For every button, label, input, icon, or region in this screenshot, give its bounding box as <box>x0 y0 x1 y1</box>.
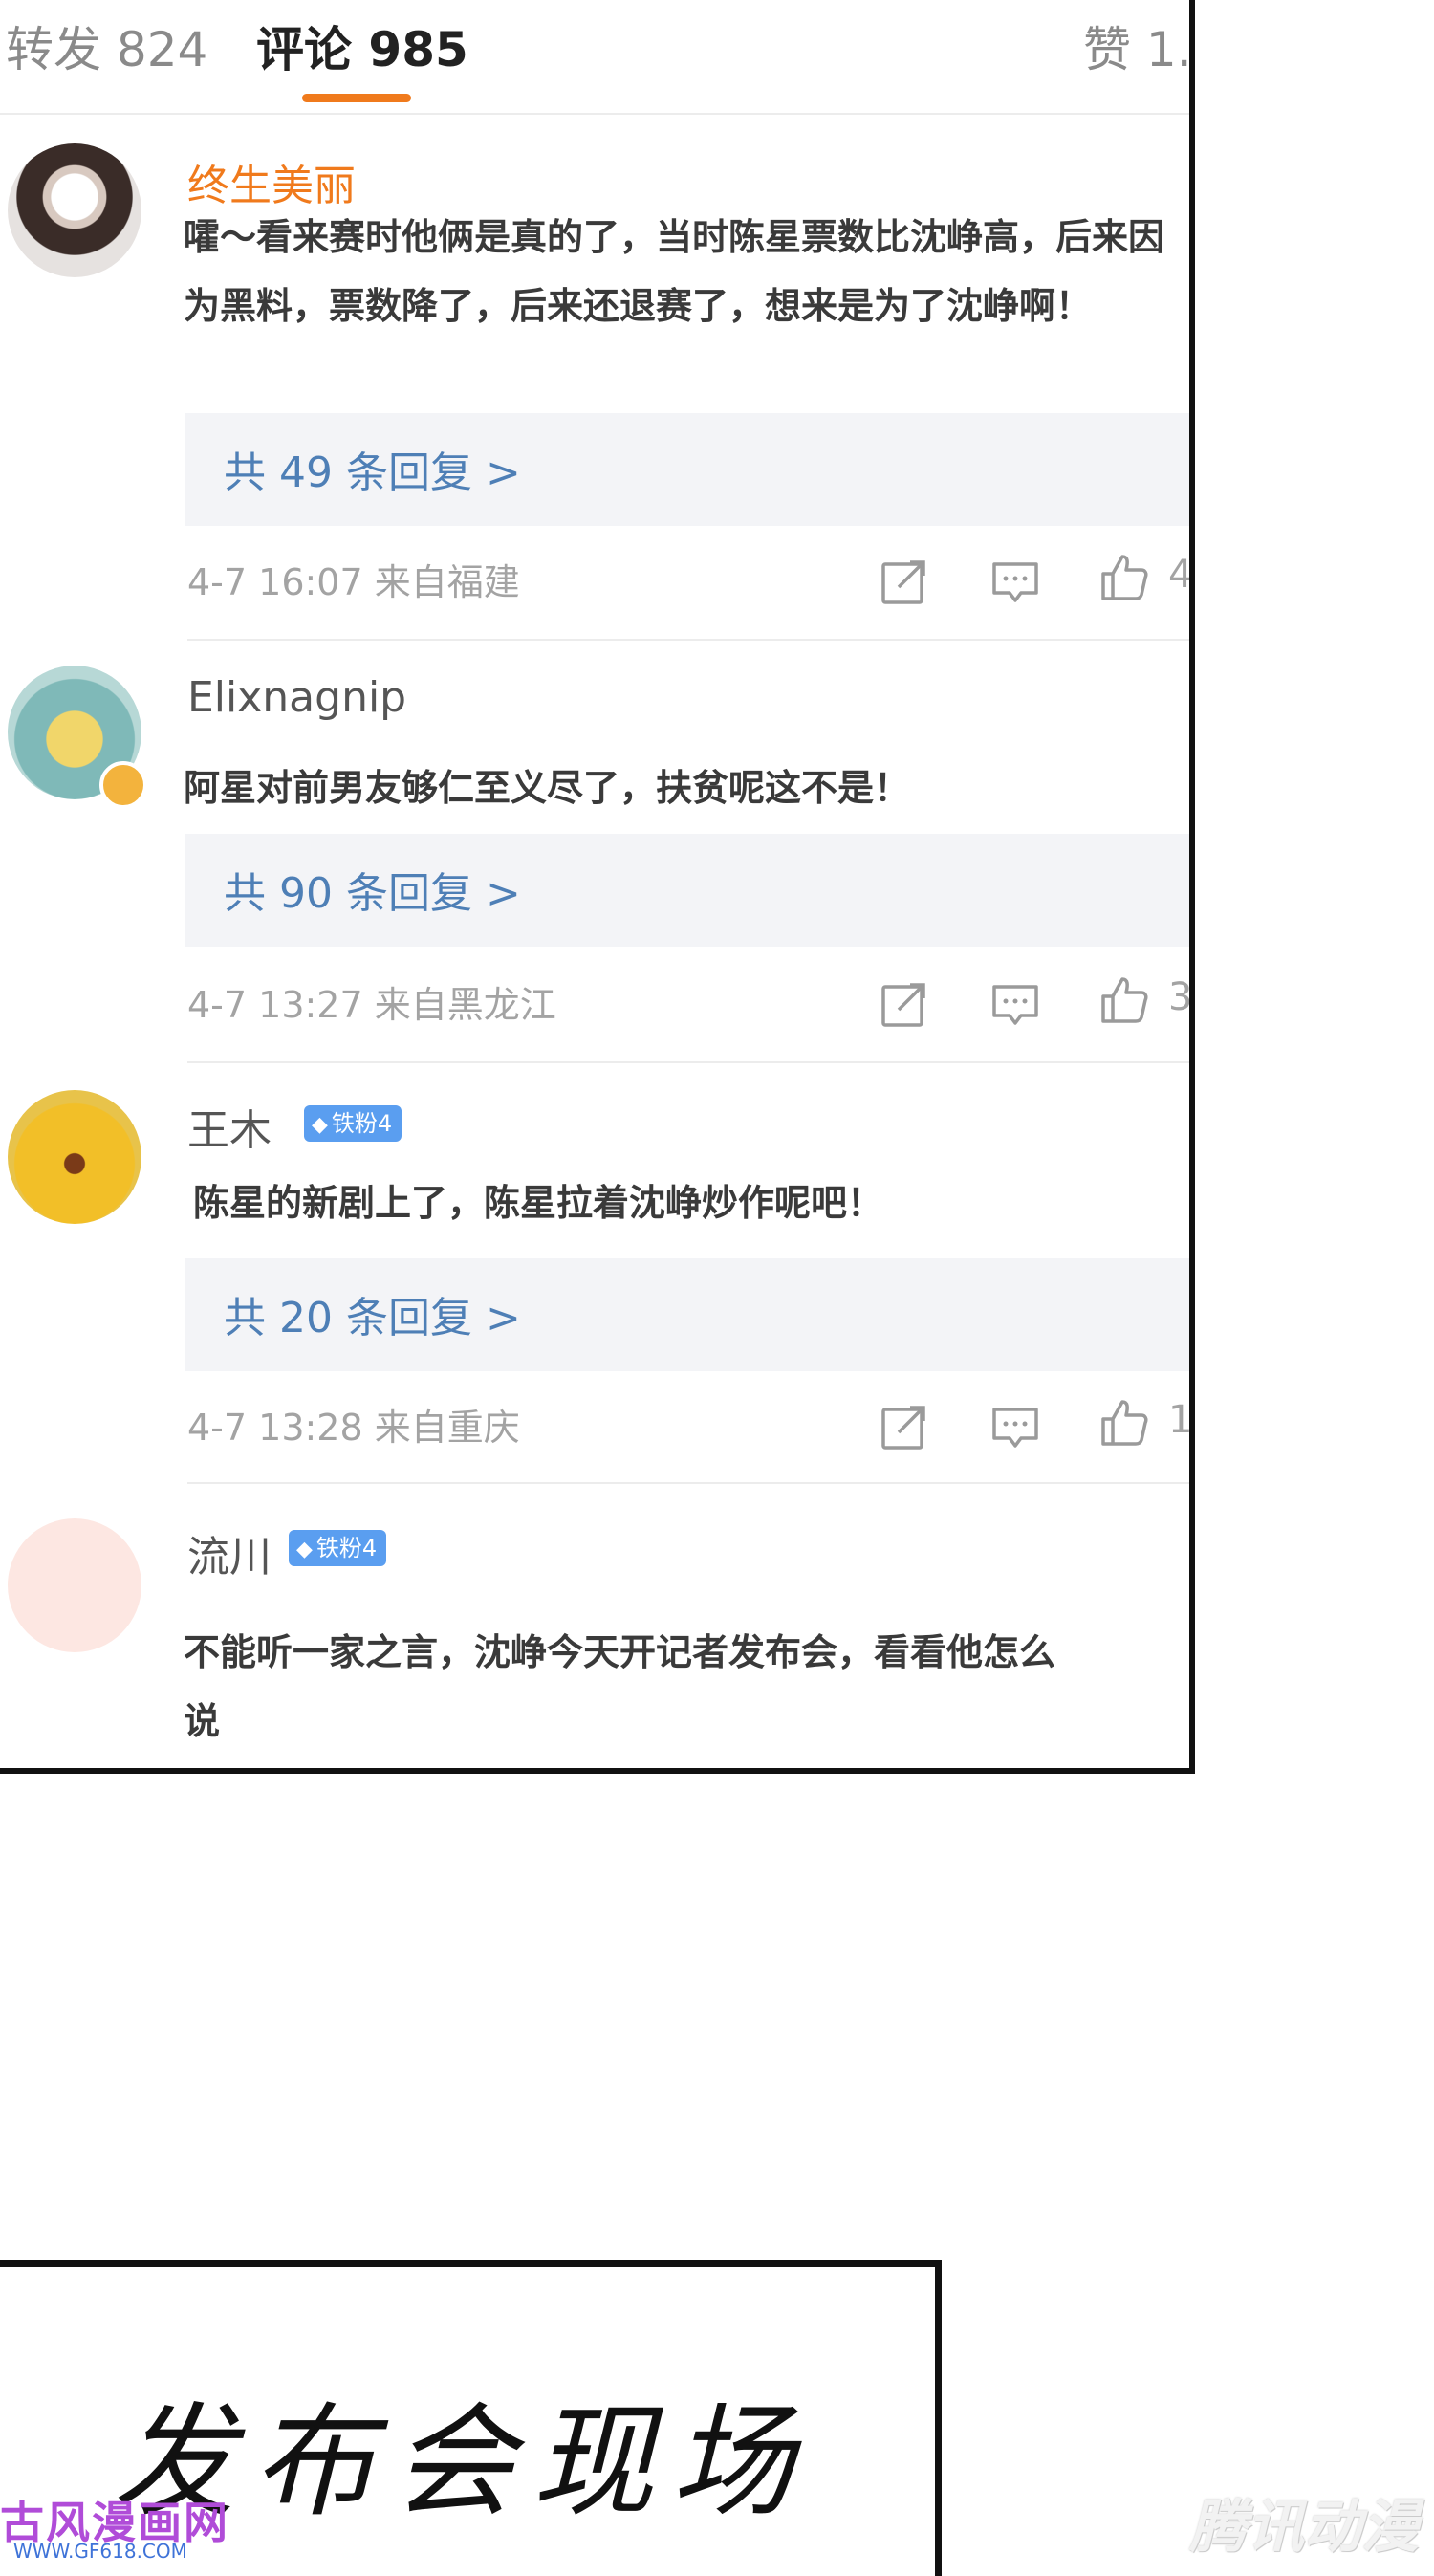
replies-link[interactable]: 共 20 条回复 > <box>185 1258 1189 1371</box>
share-icon[interactable] <box>878 977 931 1031</box>
comment-icon[interactable] <box>989 1400 1042 1453</box>
divider <box>187 1482 1189 1484</box>
fan-badge: ◆ 铁粉4 <box>304 1105 402 1142</box>
avatar[interactable] <box>8 143 141 277</box>
avatar[interactable] <box>8 1518 141 1652</box>
tab-like[interactable]: 赞 1.8 <box>1083 11 1189 80</box>
comment-icon[interactable] <box>989 977 1042 1031</box>
comment-icon[interactable] <box>989 555 1042 608</box>
diamond-icon: ◆ <box>296 1538 313 1561</box>
thumbs-up-icon[interactable] <box>1097 973 1151 1027</box>
replies-label: 共 90 条回复 > <box>224 869 521 918</box>
verified-badge <box>99 761 147 809</box>
like-count: 3 <box>1168 975 1193 1019</box>
fan-badge: ◆ 铁粉4 <box>289 1530 387 1566</box>
comment-text: 嚯～看来赛时他俩是真的了，当时陈星票数比沈峥高，后来因为黑料，票数降了，后来还退… <box>184 216 1165 327</box>
watermark-url-left: WWW.GF618.COM <box>13 2540 187 2563</box>
replies-link[interactable]: 共 49 条回复 > <box>185 413 1189 526</box>
comments-panel: 转发 824 评论 985 赞 1.8 终生美丽 嚯～看来赛时他俩是真的了，当时… <box>0 0 1195 1774</box>
share-icon[interactable] <box>878 1400 931 1453</box>
diamond-icon: ◆ <box>312 1113 328 1137</box>
comment-text: 陈星的新剧上了，陈星拉着沈峥炒作呢吧！ <box>193 1182 884 1224</box>
comment-meta: 4-7 13:28 来自重庆 <box>187 1407 520 1449</box>
watermark-logo-right: 腾讯动漫 <box>1189 2494 1419 2561</box>
like-count: 4 <box>1168 553 1193 597</box>
replies-label: 共 20 条回复 > <box>224 1294 521 1343</box>
divider <box>187 639 1189 641</box>
tab-repost[interactable]: 转发 824 <box>6 11 207 80</box>
replies-label: 共 49 条回复 > <box>224 448 521 497</box>
username[interactable]: 王木 <box>187 1096 272 1157</box>
username[interactable]: Elixnagnip <box>187 673 406 722</box>
tab-bar: 转发 824 评论 985 赞 1.8 <box>0 0 1189 115</box>
replies-link[interactable]: 共 90 条回复 > <box>185 834 1189 947</box>
active-tab-indicator <box>302 94 411 102</box>
tab-comment[interactable]: 评论 985 <box>256 11 468 80</box>
comment-meta: 4-7 16:07 来自福建 <box>187 561 520 603</box>
comment-text: 阿星对前男友够仁至义尽了，扶贫呢这不是！ <box>184 767 911 809</box>
comment-text: 不能听一家之言，沈峥今天开记者发布会，看看他怎么说 <box>184 1631 1056 1742</box>
username[interactable]: 流川 <box>187 1522 272 1583</box>
avatar[interactable] <box>8 1090 141 1224</box>
like-count: 1 <box>1168 1398 1193 1442</box>
divider <box>187 1061 1189 1063</box>
thumbs-up-icon[interactable] <box>1097 551 1151 604</box>
comment-meta: 4-7 13:27 来自黑龙江 <box>187 984 556 1026</box>
share-icon[interactable] <box>878 555 931 608</box>
thumbs-up-icon[interactable] <box>1097 1396 1151 1450</box>
